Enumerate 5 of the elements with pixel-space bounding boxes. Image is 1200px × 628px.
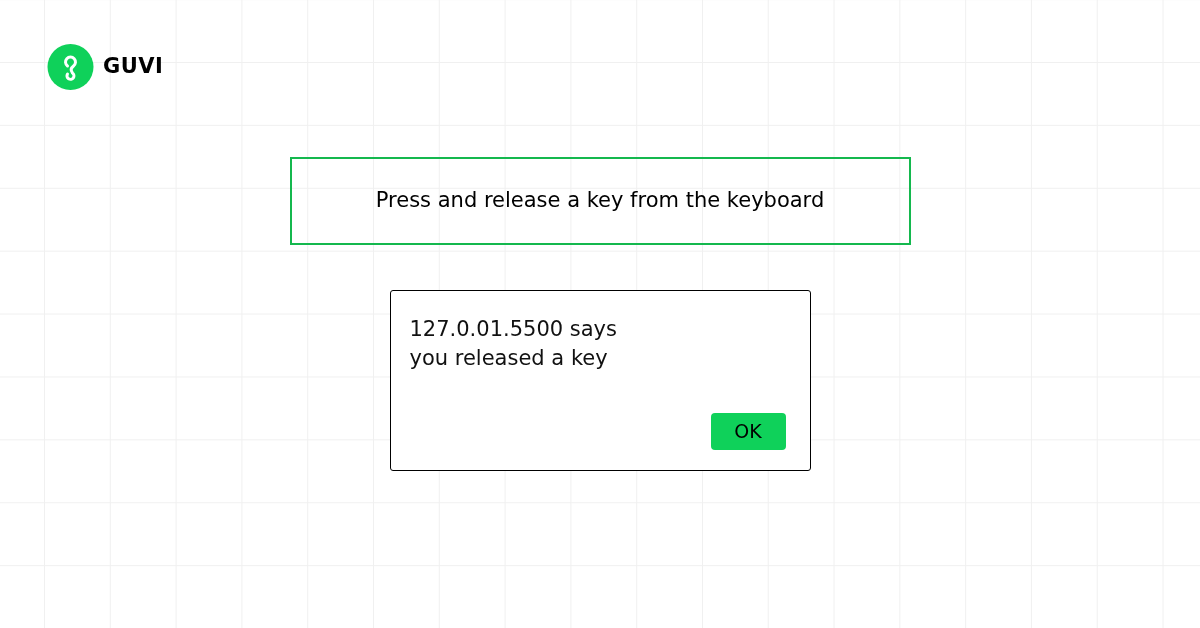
alert-message: you released a key: [409, 345, 609, 372]
logo-text: GUVI: [103, 53, 164, 81]
ok-button[interactable]: OK: [710, 413, 786, 450]
prompt-text: Press and release a key from the keyboard: [375, 187, 825, 215]
alert-origin: 127.0.01.5500 says: [409, 316, 618, 343]
